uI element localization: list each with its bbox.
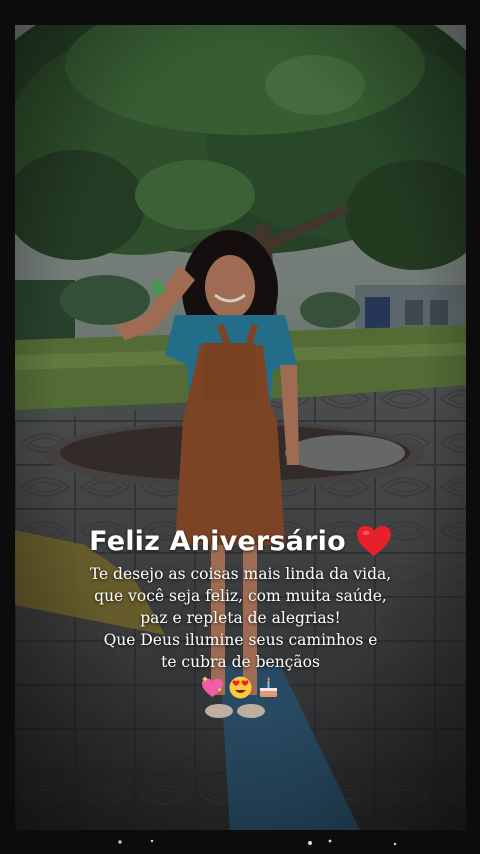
story-frame: Feliz Aniversário Te desejo as coisas ma… bbox=[0, 0, 480, 854]
message-line: Te desejo as coisas mais linda da vida, bbox=[89, 565, 392, 583]
background-photo bbox=[15, 25, 466, 830]
message-line: paz e repleta de alegrias! bbox=[140, 609, 341, 627]
photo-scene bbox=[15, 25, 466, 830]
emoji-row bbox=[15, 675, 466, 700]
red-heart-icon bbox=[356, 525, 392, 557]
frame-bottom-border bbox=[118, 839, 397, 846]
greeting-overlay: Feliz Aniversário Te desejo as coisas ma… bbox=[15, 525, 466, 700]
message-line: Que Deus ilumine seus caminhos e bbox=[103, 631, 378, 649]
greeting-message: Te desejo as coisas mais linda da vida, … bbox=[15, 563, 466, 673]
message-line: que você seja feliz, com muita saúde, bbox=[94, 587, 387, 605]
heart-eyes-face-icon bbox=[228, 675, 253, 700]
birthday-cake-icon bbox=[256, 675, 281, 700]
title-row: Feliz Aniversário bbox=[15, 525, 466, 557]
greeting-title: Feliz Aniversário bbox=[89, 525, 346, 557]
sparkling-heart-icon bbox=[200, 675, 225, 700]
message-line: te cubra de bençãos bbox=[161, 653, 320, 671]
